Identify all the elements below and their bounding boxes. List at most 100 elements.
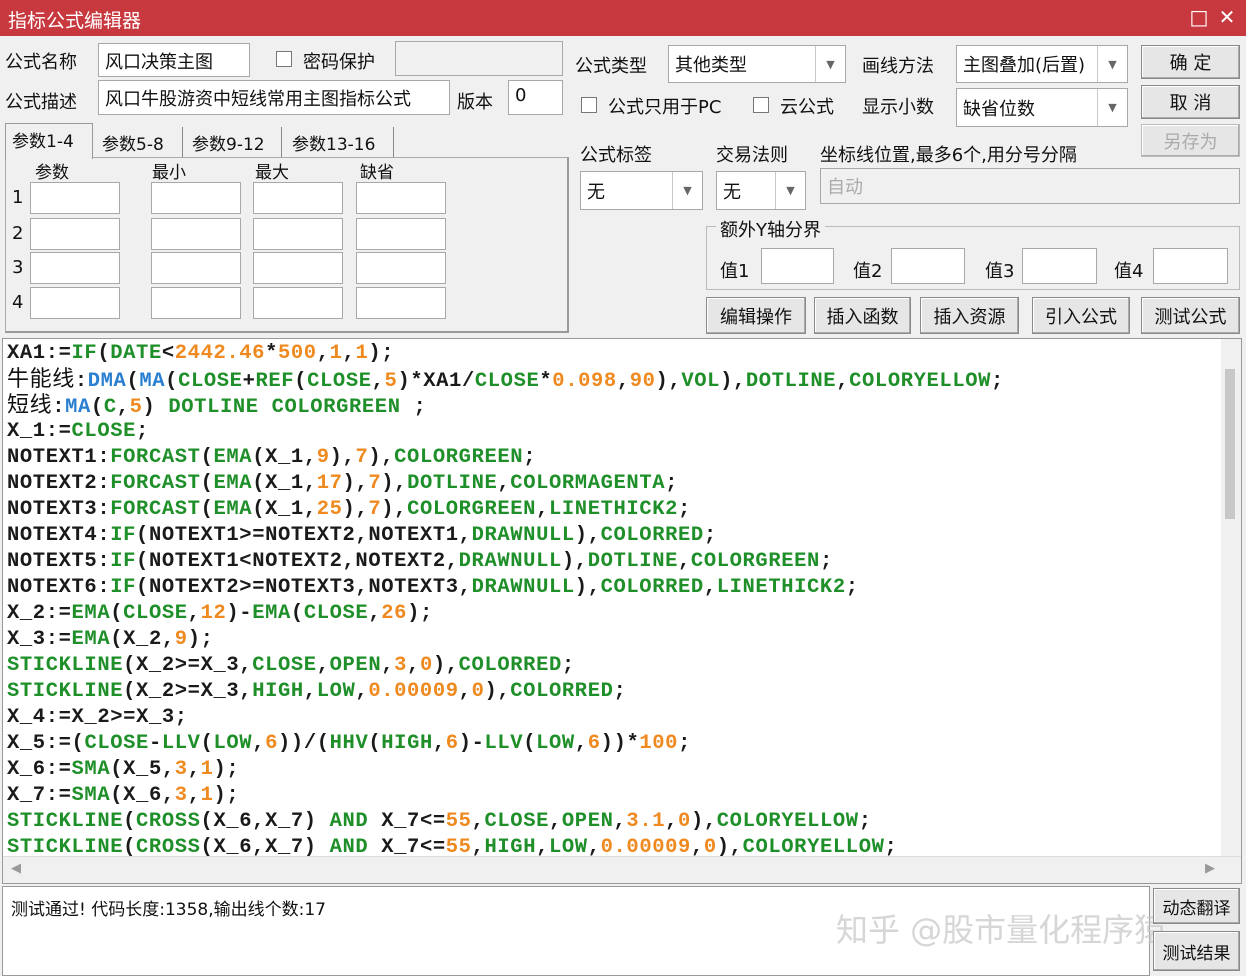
- code-token: :: [45, 706, 59, 729]
- code-token: ,: [497, 472, 511, 495]
- close-icon[interactable]: ✕: [1214, 4, 1240, 30]
- code-token: ;: [819, 550, 833, 573]
- param-name-input[interactable]: [30, 287, 120, 319]
- code-token: (: [200, 446, 214, 469]
- axis-position-input[interactable]: 自动: [820, 168, 1240, 204]
- param-max-input[interactable]: [253, 287, 343, 319]
- formula-type-select[interactable]: 其他类型 ▼: [668, 45, 846, 83]
- formula-name-input[interactable]: 风口决策主图: [98, 43, 250, 77]
- insert-resource-button[interactable]: 插入资源: [920, 297, 1019, 334]
- password-checkbox[interactable]: [276, 51, 292, 67]
- code-token: ,: [445, 550, 459, 573]
- param-default-input[interactable]: [356, 182, 446, 214]
- password-input[interactable]: [395, 41, 563, 76]
- param-default-input[interactable]: [356, 287, 446, 319]
- code-identifier: X_4: [7, 706, 46, 729]
- code-token: ): [213, 784, 227, 807]
- param-default-input[interactable]: [356, 252, 446, 284]
- code-token: ;: [858, 810, 872, 833]
- param-min-input[interactable]: [151, 218, 241, 250]
- param-default-input[interactable]: [356, 218, 446, 250]
- tab-params-13-16[interactable]: 参数13-16: [286, 127, 394, 157]
- code-line: XA1:=IF(DATE<2442.46*500,1,1);: [7, 341, 1004, 367]
- code-keyword: DOTLINE: [168, 396, 259, 419]
- insert-function-button[interactable]: 插入函数: [814, 297, 911, 334]
- ok-button[interactable]: 确 定: [1141, 45, 1240, 79]
- param-name-input[interactable]: [30, 182, 120, 214]
- test-result-button[interactable]: 测试结果: [1153, 931, 1240, 971]
- y-value-4-input[interactable]: [1153, 248, 1228, 284]
- param-max-input[interactable]: [253, 218, 343, 250]
- param-name-input[interactable]: [30, 218, 120, 250]
- decimal-select[interactable]: 缺省位数 ▼: [956, 88, 1128, 127]
- code-token: (: [126, 370, 140, 393]
- cloud-checkbox[interactable]: [753, 97, 769, 113]
- code-number: 6: [265, 732, 279, 755]
- trade-rule-select[interactable]: 无 ▼: [716, 171, 806, 210]
- horizontal-scrollbar[interactable]: ◀ ▶: [3, 856, 1241, 883]
- code-token: /: [461, 370, 475, 393]
- code-token: :: [97, 576, 111, 599]
- chevron-down-icon[interactable]: ▼: [815, 46, 845, 82]
- code-token: ;: [174, 706, 188, 729]
- code-token: =: [187, 680, 201, 703]
- formula-tag-select[interactable]: 无 ▼: [580, 171, 703, 210]
- code-token: ,: [703, 576, 717, 599]
- code-editor[interactable]: XA1:=IF(DATE<2442.46*500,1,1); 牛能线:DMA(MA…: [2, 338, 1242, 884]
- param-min-input[interactable]: [151, 252, 241, 284]
- version-input[interactable]: 0: [508, 80, 563, 115]
- param-max-input[interactable]: [253, 182, 343, 214]
- draw-method-select[interactable]: 主图叠加(后置) ▼: [956, 45, 1128, 83]
- code-token: ): [720, 370, 733, 393]
- code-token: ,: [665, 810, 679, 833]
- code-identifier: NOTEXT4: [7, 524, 98, 547]
- y-value-3-input[interactable]: [1022, 248, 1097, 284]
- code-number: 90: [629, 370, 656, 393]
- pc-only-label: 公式只用于PC: [608, 97, 722, 118]
- tab-params-5-8[interactable]: 参数5-8: [96, 127, 183, 157]
- code-token: ,: [458, 576, 472, 599]
- save-as-button[interactable]: 另存为: [1141, 124, 1240, 157]
- chevron-down-icon[interactable]: ▼: [1097, 89, 1127, 126]
- code-identifier: X_2: [136, 654, 175, 677]
- code-keyword: OPEN: [329, 654, 382, 677]
- formula-tag-value: 无: [587, 181, 605, 203]
- param-min-input[interactable]: [151, 182, 241, 214]
- code-token: ): [290, 732, 304, 755]
- tab-params-1-4[interactable]: 参数1-4: [5, 123, 93, 159]
- vertical-scrollbar[interactable]: [1221, 339, 1241, 856]
- maximize-icon[interactable]: □: [1186, 4, 1212, 30]
- import-formula-button[interactable]: 引入公式: [1032, 297, 1130, 334]
- code-token: ,: [371, 370, 385, 393]
- scrollbar-thumb[interactable]: [1225, 369, 1235, 519]
- edit-operations-button[interactable]: 编辑操作: [706, 297, 806, 334]
- code-token: ;: [665, 472, 679, 495]
- formula-desc-input[interactable]: 风口牛股游资中短线常用主图指标公式: [98, 80, 450, 115]
- scroll-right-icon[interactable]: ▶: [1205, 861, 1215, 876]
- code-number: 0.098: [552, 370, 617, 393]
- pc-only-checkbox[interactable]: [581, 97, 597, 113]
- scroll-left-icon[interactable]: ◀: [11, 861, 21, 876]
- code-token: (: [252, 472, 266, 495]
- test-formula-button[interactable]: 测试公式: [1141, 297, 1240, 334]
- code-keyword: STICKLINE: [7, 654, 124, 677]
- param-max-input[interactable]: [253, 252, 343, 284]
- code-token: (: [200, 732, 214, 755]
- cancel-button[interactable]: 取 消: [1141, 85, 1240, 119]
- param-min-input[interactable]: [151, 287, 241, 319]
- code-identifier: X_7: [265, 810, 304, 833]
- code-token: ): [655, 370, 669, 393]
- y-value-2-input[interactable]: [891, 248, 965, 284]
- tab-params-9-12[interactable]: 参数9-12: [186, 127, 282, 157]
- code-keyword: OPEN: [561, 810, 614, 833]
- dynamic-translate-button[interactable]: 动态翻译: [1153, 888, 1240, 924]
- chevron-down-icon[interactable]: ▼: [1097, 46, 1127, 82]
- code-identifier: X_3: [200, 680, 240, 703]
- chevron-down-icon[interactable]: ▼: [775, 172, 805, 209]
- param-name-input[interactable]: [30, 252, 120, 284]
- chevron-down-icon[interactable]: ▼: [672, 172, 702, 209]
- code-identifier: NOTEXT3: [368, 576, 459, 599]
- y-value-1-input[interactable]: [761, 248, 834, 284]
